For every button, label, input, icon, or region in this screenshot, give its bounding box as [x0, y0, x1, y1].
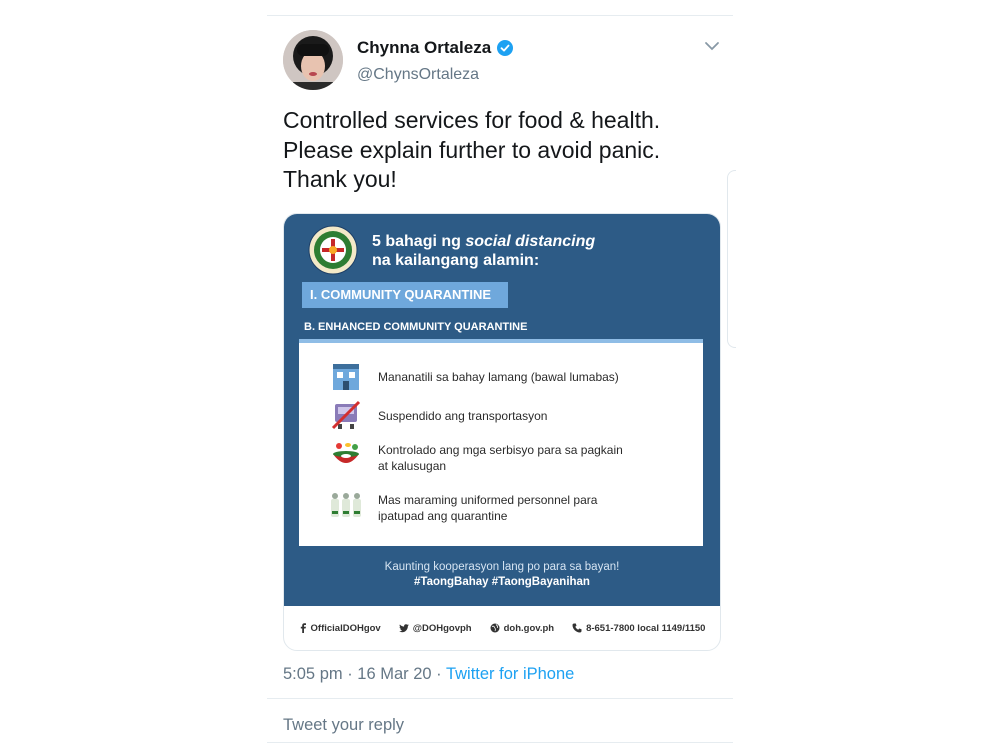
contact-row: OfficialDOHgov @DOHgovph doh.gov.ph 8-65… — [284, 606, 720, 650]
phone-icon — [572, 623, 582, 633]
globe-icon — [490, 623, 500, 633]
measure-text: Mananatili sa bahay lamang (bawal lumaba… — [378, 370, 619, 384]
meta-divider — [267, 698, 733, 699]
chevron-down-icon[interactable] — [703, 40, 721, 52]
facebook-icon — [300, 623, 306, 633]
tweet-source-link[interactable]: Twitter for iPhone — [446, 665, 574, 683]
reply-input[interactable]: Tweet your reply — [283, 716, 404, 735]
avatar-image — [283, 30, 343, 90]
phone-number: 8-651-7800 local 1149/1150 — [586, 622, 706, 634]
timestamp[interactable]: 5:05 pm · 16 Mar 20 · — [283, 665, 446, 683]
house-icon — [333, 364, 359, 390]
author-name[interactable]: Chynna Ortaleza — [357, 38, 491, 58]
tweet-text: Controlled services for food & health. P… — [283, 107, 661, 192]
poster-title-italic: social distancing — [465, 233, 596, 250]
measures-panel: Mananatili sa bahay lamang (bawal lumaba… — [299, 339, 703, 546]
website-url: doh.gov.ph — [503, 622, 555, 634]
avatar[interactable] — [283, 30, 343, 90]
measure-text: Kontrolado ang mga serbisyo para sa pagk… — [378, 443, 623, 473]
tweet-meta: 5:05 pm · 16 Mar 20 · Twitter for iPhone — [283, 665, 574, 684]
author-handle[interactable]: @ChynsOrtaleza — [357, 66, 479, 84]
website-contact: doh.gov.ph — [490, 623, 554, 634]
section-label: I. COMMUNITY QUARANTINE — [302, 282, 508, 308]
measure-text: Mas maraming uniformed personnel para ip… — [378, 493, 598, 523]
poster-title-line2: na kailangang alamin: — [372, 252, 540, 269]
side-panel-edge — [727, 170, 736, 348]
reply-divider — [267, 742, 733, 743]
poster-title: 5 bahagi ng social distancing na kailang… — [372, 232, 595, 270]
verified-badge-icon — [497, 40, 514, 56]
twitter-icon — [398, 623, 409, 632]
doh-seal-icon — [308, 225, 358, 275]
poster-title-prefix: 5 bahagi ng — [372, 233, 466, 250]
food-bowl-icon — [333, 443, 359, 463]
poster-footer: Kaunting kooperasyon lang po para sa bay… — [284, 560, 720, 590]
phone-contact: 8-651-7800 local 1149/1150 — [572, 623, 705, 634]
top-divider — [267, 15, 733, 16]
footer-hashtags: #TaongBahay #TaongBayanihan — [414, 576, 590, 588]
tweet-media-card[interactable]: 5 bahagi ng social distancing na kailang… — [283, 213, 721, 651]
twitter-handle: @DOHgovph — [412, 622, 472, 634]
doh-poster: 5 bahagi ng social distancing na kailang… — [284, 214, 720, 606]
subsection-label: B. ENHANCED COMMUNITY QUARANTINE — [304, 321, 528, 333]
no-transport-icon — [331, 400, 361, 430]
facebook-handle: OfficialDOHgov — [310, 622, 381, 634]
footer-line: Kaunting kooperasyon lang po para sa bay… — [384, 561, 620, 573]
facebook-contact: OfficialDOHgov — [299, 623, 381, 634]
twitter-contact: @DOHgovph — [398, 622, 472, 634]
uniformed-personnel-icon — [331, 493, 361, 517]
measure-text: Suspendido ang transportasyon — [378, 409, 548, 423]
author-row: Chynna Ortaleza — [357, 38, 514, 58]
